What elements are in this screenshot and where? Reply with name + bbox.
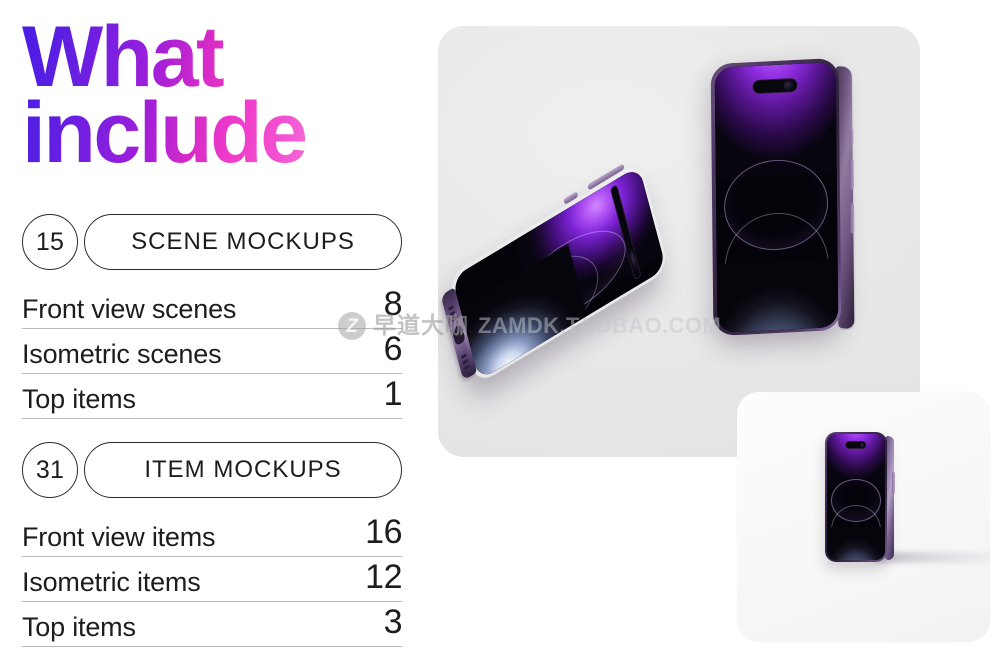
phone-body — [710, 57, 842, 337]
row-label: Top items — [22, 384, 136, 414]
item-row-list: Front view items 16 Isometric items 12 T… — [22, 512, 403, 647]
row-label: Isometric items — [22, 567, 201, 597]
table-row: Top items 1 — [22, 374, 403, 419]
table-row: Isometric scenes 6 — [22, 329, 403, 374]
phone-body — [825, 432, 887, 562]
info-column: What include 15 SCENE MOCKUPS Front view… — [22, 18, 403, 658]
mute-switch-icon — [849, 129, 854, 146]
item-title-pill: ITEM MOCKUPS — [84, 442, 402, 498]
table-row: Front view items 16 — [22, 512, 402, 557]
table-row: Front view scenes 8 — [22, 284, 403, 329]
section-header-item: 31 ITEM MOCKUPS — [22, 442, 402, 498]
poster-root: What include 15 SCENE MOCKUPS Front view… — [0, 0, 1000, 667]
volume-down-button-icon — [850, 203, 855, 234]
section-item-mockups: 31 ITEM MOCKUPS Front view items 16 Isom… — [22, 442, 403, 647]
wallpaper — [714, 61, 838, 333]
table-row: Isometric items 12 — [22, 557, 402, 602]
row-value: 6 — [383, 330, 403, 368]
scene-title-pill: SCENE MOCKUPS — [84, 214, 402, 270]
dynamic-island-icon — [845, 441, 867, 450]
row-label: Top items — [22, 612, 136, 642]
volume-button-icon — [892, 472, 895, 494]
dynamic-island-icon — [752, 77, 798, 95]
row-label: Front view scenes — [22, 294, 237, 324]
scene-count-badge: 15 — [22, 214, 78, 270]
volume-up-button-icon — [849, 159, 854, 190]
phone-body — [447, 161, 669, 386]
page-title-line-2: include — [22, 84, 306, 181]
table-row: Top items 3 — [22, 602, 403, 647]
phone-screen — [827, 434, 885, 560]
page-title: What include — [22, 18, 402, 174]
phone-upright-large — [710, 57, 855, 337]
row-value: 16 — [365, 513, 402, 551]
row-label: Isometric scenes — [22, 339, 222, 369]
phone-screen — [714, 61, 838, 333]
section-scene-mockups: 15 SCENE MOCKUPS Front view scenes 8 Iso… — [22, 214, 403, 419]
item-preview-card — [737, 392, 990, 642]
row-label: Front view items — [22, 522, 216, 552]
wallpaper-white-glow — [827, 527, 885, 560]
phone-flat-isometric — [440, 161, 669, 386]
item-preview-content — [737, 392, 990, 642]
item-count-badge: 31 — [22, 442, 78, 498]
wallpaper-white-glow — [714, 256, 838, 333]
row-value: 12 — [365, 558, 402, 596]
section-header-scene: 15 SCENE MOCKUPS — [22, 214, 402, 270]
phone-upright-small — [825, 432, 895, 562]
scene-row-list: Front view scenes 8 Isometric scenes 6 T… — [22, 284, 403, 419]
wallpaper — [451, 165, 666, 381]
row-value: 3 — [383, 603, 403, 641]
row-value: 8 — [383, 285, 403, 323]
wallpaper — [827, 434, 885, 560]
row-value: 1 — [383, 375, 403, 413]
phone-screen — [451, 165, 666, 381]
